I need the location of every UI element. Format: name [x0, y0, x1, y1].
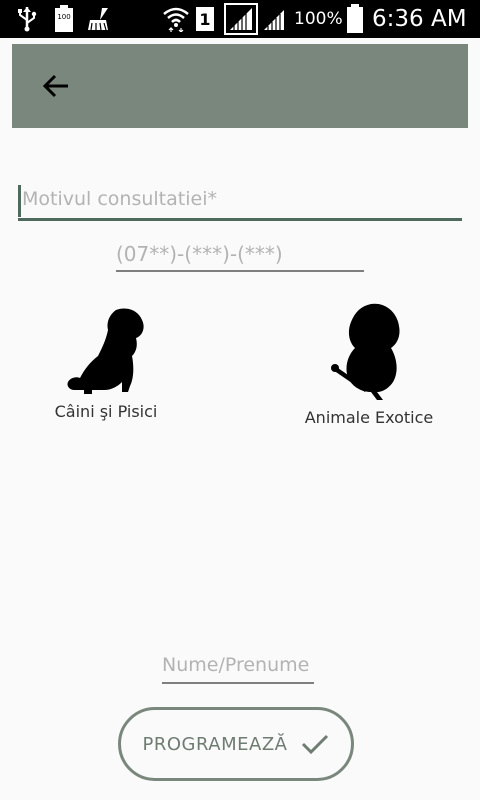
reason-input[interactable]: Motivul consultatiei* [18, 182, 462, 221]
status-bar: 100 1 100% 6:36 AM [0, 0, 480, 38]
battery-icon [346, 0, 364, 38]
parrot-silhouette-icon [331, 303, 400, 400]
pet-type-exotic[interactable]: Animale Exotice [304, 302, 434, 427]
pet-type-label: Animale Exotice [304, 408, 434, 427]
wifi-icon [162, 0, 190, 38]
sim-icon: 1 [196, 0, 214, 38]
dog-silhouette-icon [67, 308, 144, 394]
name-input[interactable]: Nume/Prenume [162, 650, 314, 684]
schedule-button[interactable]: PROGRAMEAZĂ [118, 707, 354, 781]
signal-icon [224, 0, 258, 38]
pet-type-dogs-cats[interactable]: Câini şi Pisici [46, 306, 166, 421]
sim-slot-label: 1 [199, 9, 211, 29]
reason-placeholder: Motivul consultatiei* [22, 188, 217, 210]
check-icon [302, 734, 329, 755]
arrow-left-icon [42, 74, 68, 98]
usb-icon [16, 0, 38, 38]
phone-placeholder: (07**)-(***)-(***) [116, 242, 283, 266]
text-cursor [18, 185, 21, 217]
cleaner-icon [86, 0, 112, 38]
name-placeholder: Nume/Prenume [162, 654, 310, 676]
battery-small-label: 100 [57, 13, 71, 21]
pet-type-label: Câini şi Pisici [54, 402, 158, 421]
back-button[interactable] [36, 66, 76, 106]
app-toolbar [12, 44, 468, 128]
clock: 6:36 AM [372, 6, 467, 32]
battery-percent: 100% [294, 9, 343, 29]
phone-input[interactable]: (07**)-(***)-(***) [116, 238, 364, 272]
battery-small-icon: 100 [54, 0, 74, 38]
schedule-button-label: PROGRAMEAZĂ [142, 733, 288, 755]
signal-icon [262, 0, 286, 38]
